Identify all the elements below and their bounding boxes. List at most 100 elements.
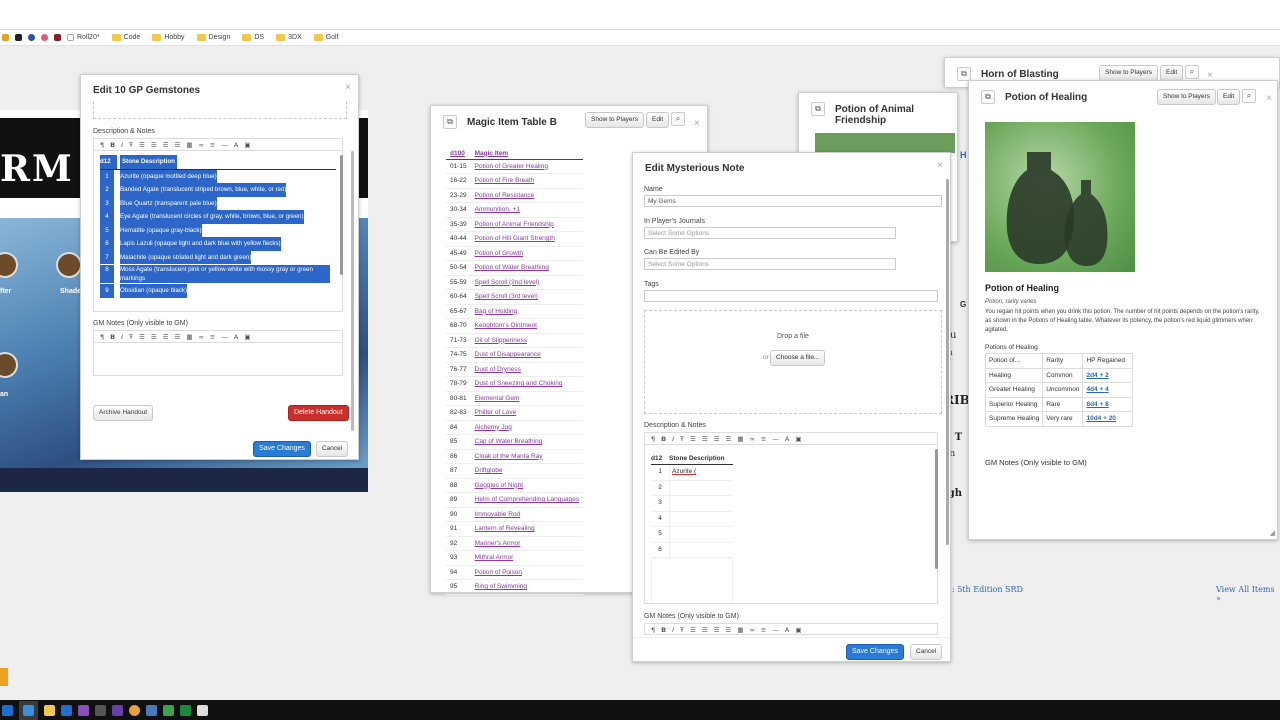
name-field[interactable]: My Gems [644,195,942,207]
bookmark-icon[interactable] [2,34,9,41]
magic-item-link[interactable]: Potion of Greater Healing [475,163,548,170]
bold-icon[interactable]: B [661,626,666,634]
magic-item-link[interactable]: Alchemy Jug [475,424,512,431]
edit-button[interactable]: Edit [646,112,670,128]
dice-roll-link[interactable]: 4d4 + 4 [1086,386,1108,393]
dice-roll-link[interactable]: 10d4 + 20 [1086,415,1115,422]
paragraph-icon[interactable]: ¶ [100,141,104,149]
paragraph-icon[interactable]: ¶ [651,435,655,443]
bold-icon[interactable]: B [110,141,115,149]
resize-handle-icon[interactable]: ◢ [1270,529,1275,537]
ordered-list-icon[interactable]: ☰ [151,141,157,149]
view-all-items-link[interactable]: View All Items » [1216,585,1280,603]
description-editor[interactable]: ¶ B I Ŧ ☰ ☰ ☰ ☰ ▦ ∞ ≡ — A ▣ d12 Stone Description 1 Az… [644,432,938,604]
search-icon[interactable]: ⌕ [1242,89,1256,103]
tags-input[interactable] [644,290,938,302]
edge-icon[interactable] [2,704,13,716]
magic-item-link[interactable]: Cloak of the Manta Ray [475,453,543,460]
side-tab[interactable] [0,668,8,686]
rule-icon[interactable]: — [772,435,779,443]
search-icon[interactable]: ⌕ [671,112,685,126]
journals-select[interactable]: Select Some Options [644,227,896,239]
magic-item-link[interactable]: Potion of Hill Giant Strength [475,235,555,242]
indent-icon[interactable]: ☰ [714,626,720,634]
ordered-list-icon[interactable]: ☰ [702,435,708,443]
magic-item-link[interactable]: Elemental Gem [475,395,520,402]
paragraph-icon[interactable]: ¶ [651,626,655,634]
magic-item-link[interactable]: Spell Scroll (3rd level) [475,293,538,300]
ordered-list-icon[interactable]: ☰ [702,626,708,634]
file-explorer-icon[interactable] [44,704,55,716]
app-icon[interactable] [197,704,208,716]
app-icon[interactable] [146,704,157,716]
table-icon[interactable]: ▦ [737,435,743,443]
font-color-icon[interactable]: A [234,141,238,149]
font-color-icon[interactable]: A [785,626,789,634]
bookmark-icon[interactable] [28,34,35,41]
magic-item-link[interactable]: Spell Scroll (2nd level) [475,279,540,286]
table-icon[interactable]: ▦ [186,333,192,341]
cancel-button[interactable]: Cancel [910,644,943,660]
bookmark-icon[interactable] [15,34,22,41]
show-to-players-button[interactable]: Show to Players [1099,65,1158,81]
popout-icon[interactable]: ⧉ [811,102,825,116]
magic-item-link[interactable]: Ring of Swimming [475,583,527,590]
ordered-list-icon[interactable]: ☰ [151,333,157,341]
link-icon[interactable]: ∞ [198,333,203,341]
magic-item-link[interactable]: Potion of Resistance [475,192,535,199]
character-token[interactable] [56,252,82,278]
link-icon[interactable]: ∞ [749,435,754,443]
bookmark-folder-golf[interactable]: Golf [313,34,345,41]
table-icon[interactable]: ▦ [186,141,192,149]
magic-item-link[interactable]: Potion of Animal Friendship [475,221,554,228]
magic-item-link[interactable]: Driftglobe [475,467,503,474]
app-icon[interactable] [180,704,191,716]
edit-button[interactable]: Edit [1217,89,1241,105]
italic-icon[interactable]: I [121,333,123,341]
image-icon[interactable]: ▣ [795,435,801,443]
magic-item-link[interactable]: Philter of Love [475,409,517,416]
magic-item-link[interactable]: Oil of Slipperiness [475,337,527,344]
cancel-button[interactable]: Cancel [316,441,349,457]
browser-icon[interactable] [129,704,140,716]
description-editor[interactable]: ¶ B I Ŧ ☰ ☰ ☰ ☰ ▦ ∞ ≡ — A ▣ d12 Stone Description 1 Az… [93,138,343,312]
archive-handout-button[interactable]: Archive Handout [93,405,154,421]
editor-scrollbar[interactable] [340,155,343,275]
magic-item-link[interactable]: Dust of Disappearance [475,351,541,358]
magic-item-link[interactable]: Ammunition, +1 [475,206,520,213]
align-icon[interactable]: ≡ [761,435,766,443]
show-to-players-button[interactable]: Show to Players [1157,89,1216,105]
edit-button[interactable]: Edit [1160,65,1184,81]
character-token[interactable] [0,352,18,378]
bookmark-icon[interactable] [41,34,48,41]
link-icon[interactable]: ∞ [198,141,203,149]
app-icon[interactable] [163,704,174,716]
onenote-icon[interactable] [78,704,89,716]
strike-icon[interactable]: Ŧ [129,141,133,149]
italic-icon[interactable]: I [672,626,674,634]
italic-icon[interactable]: I [672,435,674,443]
strike-icon[interactable]: Ŧ [680,435,684,443]
bookmark-folder-3dx[interactable]: 3DX [276,34,308,41]
image-icon[interactable]: ▣ [244,333,250,341]
gem-table[interactable]: d12 Stone Description 1 Azurite (2 3 4 5 6 [651,453,733,602]
align-icon[interactable]: ≡ [210,333,215,341]
popout-icon[interactable]: ⧉ [957,67,971,81]
popout-icon[interactable]: ⧉ [443,115,457,129]
magic-item-link[interactable]: Dust of Sneezing and Choking [475,380,563,387]
indent-icon[interactable]: ☰ [163,141,169,149]
magic-item-link[interactable]: Potion of Poison [475,569,522,576]
magic-item-link[interactable]: Potion of Growth [475,250,523,257]
window-scrollbar[interactable] [351,151,354,431]
magic-item-link[interactable]: Mithral Armor [475,554,514,561]
steam-icon[interactable] [95,704,106,716]
bookmark-icon[interactable] [54,34,61,41]
rule-icon[interactable]: — [221,141,228,149]
dice-roll-link[interactable]: 8d4 + 8 [1086,401,1108,408]
save-changes-button[interactable]: Save Changes [253,441,311,457]
file-drop-zone[interactable] [93,101,347,119]
taskbar-active-app[interactable] [19,700,38,720]
magic-item-link[interactable]: Immovable Rod [475,511,521,518]
table-icon[interactable]: ▦ [737,626,743,634]
close-icon[interactable]: × [1266,93,1272,104]
